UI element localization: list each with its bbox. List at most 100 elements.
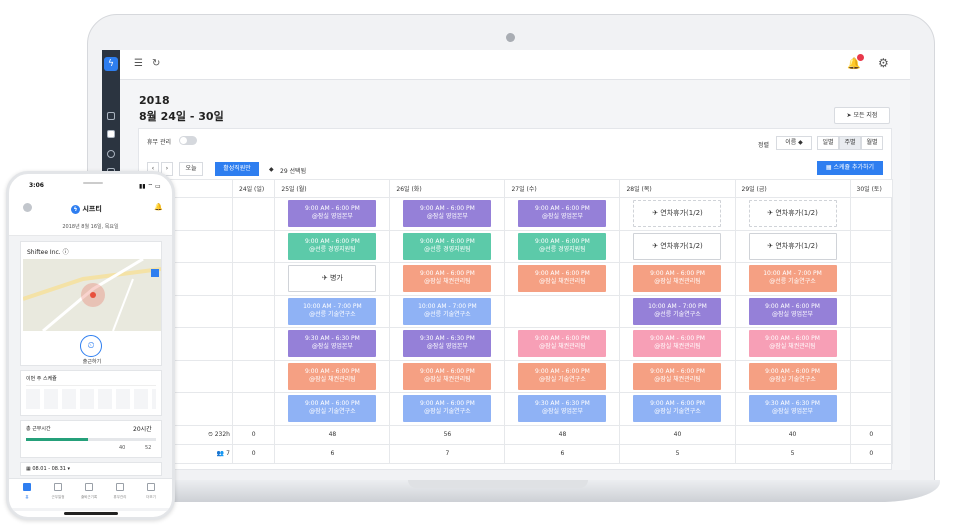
- shift-block[interactable]: 9:30 AM - 6:30 PM @잠실 영업본부: [403, 330, 492, 358]
- shift-block[interactable]: 9:00 AM - 6:00 PM @선릉 경영지원팀: [403, 232, 492, 260]
- schedule-cell[interactable]: [231, 392, 276, 426]
- schedule-cell[interactable]: [231, 262, 276, 296]
- schedule-cell[interactable]: 9:00 AM - 6:00 PM @선릉 경영지원팀: [389, 229, 506, 263]
- shift-block[interactable]: 9:00 AM - 6:00 PM @잠실 채권관리팀: [288, 362, 377, 390]
- schedule-cell[interactable]: [231, 197, 276, 231]
- view-week-button[interactable]: 주별: [839, 136, 861, 150]
- schedule-cell[interactable]: ✈ 연차휴가(1/2): [619, 229, 736, 263]
- tab-icon[interactable]: [85, 483, 93, 491]
- view-day-button[interactable]: 일별: [817, 136, 839, 150]
- schedule-cell[interactable]: 9:00 AM - 6:00 PM @잠실 기술연구소: [389, 392, 506, 426]
- schedule-cell[interactable]: 9:00 AM - 6:00 PM @잠실 기술연구소: [619, 392, 736, 426]
- schedule-cell[interactable]: 9:00 AM - 6:00 PM @잠실 영업본부: [734, 294, 851, 328]
- schedule-cell[interactable]: 9:00 AM - 6:00 PM @잠실 기술연구소: [274, 392, 391, 426]
- tab-icon[interactable]: [54, 483, 62, 491]
- schedule-cell[interactable]: 9:00 AM - 6:00 PM @선릉 경영지원팀: [274, 229, 391, 263]
- schedule-cell[interactable]: [231, 229, 276, 263]
- schedule-cell[interactable]: 10:00 AM - 7:00 PM @선릉 기술연구소: [274, 294, 391, 328]
- shift-block[interactable]: 9:00 AM - 6:00 PM @잠실 영업본부: [288, 200, 377, 228]
- shift-block[interactable]: 9:00 AM - 6:00 PM @잠실 채권관리팀: [403, 265, 492, 293]
- tab-icon[interactable]: [23, 483, 31, 491]
- leave-block[interactable]: ✈ 연차휴가(1/2): [633, 232, 722, 260]
- tab-label[interactable]: 더보기: [141, 495, 161, 500]
- phone-bell-icon[interactable]: 🔔: [154, 203, 163, 211]
- add-schedule-button[interactable]: ▦ 스케쥴 추가하기: [817, 161, 883, 175]
- shift-block[interactable]: 9:00 AM - 6:00 PM @잠실 채권관리팀: [403, 362, 492, 390]
- schedule-cell[interactable]: 9:30 AM - 6:30 PM @잠실 영업본부: [274, 327, 391, 361]
- schedule-cell[interactable]: [504, 294, 621, 328]
- schedule-cell[interactable]: 9:00 AM - 6:00 PM @잠실 영업본부: [274, 197, 391, 231]
- shift-block[interactable]: 10:00 AM - 7:00 PM @선릉 기술연구소: [403, 297, 492, 325]
- shift-block[interactable]: 9:00 AM - 6:00 PM @잠실 채권관리팀: [633, 330, 722, 358]
- leave-block[interactable]: ✈ 병가: [288, 265, 377, 293]
- view-month-button[interactable]: 월별: [861, 136, 883, 150]
- schedule-cell[interactable]: ✈ 연차휴가(1/2): [619, 197, 736, 231]
- leave-block[interactable]: ✈ 연차휴가(1/2): [748, 200, 837, 228]
- schedule-cell[interactable]: [231, 327, 276, 361]
- schedule-cell[interactable]: 9:00 AM - 6:00 PM @잠실 채권관리팀: [734, 327, 851, 361]
- schedule-cell[interactable]: 10:00 AM - 7:00 PM @선릉 기술연구소: [619, 294, 736, 328]
- shift-block[interactable]: 9:00 AM - 6:00 PM @잠실 영업본부: [403, 200, 492, 228]
- schedule-cell[interactable]: ✈ 연차휴가(1/2): [734, 229, 851, 263]
- shift-block[interactable]: 9:00 AM - 6:00 PM @잠실 채권관리팀: [633, 362, 722, 390]
- today-button[interactable]: 오늘: [179, 162, 203, 176]
- schedule-cell[interactable]: [849, 392, 894, 426]
- shift-block[interactable]: 9:00 AM - 6:00 PM @잠실 영업본부: [748, 297, 837, 325]
- clock-icon[interactable]: [107, 150, 115, 158]
- schedule-cell[interactable]: 9:00 AM - 6:00 PM @잠실 기술연구소: [734, 359, 851, 393]
- shift-block[interactable]: 9:00 AM - 6:00 PM @잠실 기술연구소: [633, 395, 722, 423]
- shift-block[interactable]: 9:30 AM - 6:30 PM @잠실 영업본부: [288, 330, 377, 358]
- tab-label[interactable]: 홈: [17, 495, 37, 500]
- schedule-cell[interactable]: [849, 294, 894, 328]
- schedule-cell[interactable]: [849, 262, 894, 296]
- schedule-cell[interactable]: 9:00 AM - 6:00 PM @잠실 기술연구소: [504, 359, 621, 393]
- active-only-button[interactable]: 활성직원만: [215, 162, 259, 176]
- schedule-cell[interactable]: 9:00 AM - 6:00 PM @잠실 채권관리팀: [619, 327, 736, 361]
- schedule-cell[interactable]: 9:00 AM - 6:00 PM @잠실 영업본부: [389, 197, 506, 231]
- shift-block[interactable]: 10:00 AM - 7:00 PM @선릉 기술연구소: [633, 297, 722, 325]
- schedule-cell[interactable]: [849, 359, 894, 393]
- location-map[interactable]: [23, 259, 161, 331]
- hamburger-icon[interactable]: ☰: [134, 58, 143, 69]
- schedule-cell[interactable]: 10:00 AM - 7:00 PM @선릉 기술연구소: [389, 294, 506, 328]
- tab-icon[interactable]: [116, 483, 124, 491]
- gear-icon[interactable]: ⚙: [878, 56, 889, 70]
- schedule-cell[interactable]: [231, 294, 276, 328]
- shift-block[interactable]: 9:00 AM - 6:00 PM @잠실 기술연구소: [288, 395, 377, 423]
- schedule-cell[interactable]: 9:00 AM - 6:00 PM @잠실 채권관리팀: [504, 262, 621, 296]
- refresh-icon[interactable]: ↻: [152, 58, 160, 69]
- schedule-cell[interactable]: 9:00 AM - 6:00 PM @잠실 채권관리팀: [504, 327, 621, 361]
- clock-in-button-icon[interactable]: ⏲: [80, 335, 102, 357]
- tab-label[interactable]: 근무일정: [48, 495, 68, 500]
- schedule-cell[interactable]: 9:00 AM - 6:00 PM @잠실 채권관리팀: [389, 359, 506, 393]
- shift-block[interactable]: 9:00 AM - 6:00 PM @잠실 채권관리팀: [518, 330, 607, 358]
- shift-block[interactable]: 9:00 AM - 6:00 PM @잠실 채권관리팀: [633, 265, 722, 293]
- shiftee-logo-icon[interactable]: ϟ: [104, 57, 118, 71]
- schedule-cell[interactable]: 9:00 AM - 6:00 PM @잠실 채권관리팀: [619, 262, 736, 296]
- shift-block[interactable]: 10:00 AM - 7:00 PM @선릉 기술연구소: [748, 265, 837, 293]
- sort-select[interactable]: 이름 ◆: [776, 136, 812, 150]
- schedule-cell[interactable]: [849, 197, 894, 231]
- tab-label[interactable]: 출퇴근기록: [79, 495, 99, 500]
- shift-block[interactable]: 9:00 AM - 6:00 PM @잠실 채권관리팀: [518, 265, 607, 293]
- shift-block[interactable]: 9:00 AM - 6:00 PM @잠실 기술연구소: [748, 362, 837, 390]
- profile-icon[interactable]: [23, 203, 32, 212]
- shift-block[interactable]: 9:00 AM - 6:00 PM @선릉 경영지원팀: [518, 232, 607, 260]
- schedule-cell[interactable]: ✈ 병가: [274, 262, 391, 296]
- schedule-cell[interactable]: 9:00 AM - 6:00 PM @잠실 영업본부: [504, 197, 621, 231]
- leave-block[interactable]: ✈ 연차휴가(1/2): [748, 232, 837, 260]
- shift-block[interactable]: 9:00 AM - 6:00 PM @잠실 기술연구소: [403, 395, 492, 423]
- schedule-cell[interactable]: 9:30 AM - 6:30 PM @잠실 영업본부: [734, 392, 851, 426]
- schedule-cell[interactable]: [849, 229, 894, 263]
- shift-block[interactable]: 9:30 AM - 6:30 PM @잠실 영업본부: [518, 395, 607, 423]
- schedule-cell[interactable]: 9:00 AM - 6:00 PM @잠실 채권관리팀: [619, 359, 736, 393]
- shift-block[interactable]: 9:00 AM - 6:00 PM @잠실 기술연구소: [518, 362, 607, 390]
- schedule-cell[interactable]: 9:30 AM - 6:30 PM @잠실 영업본부: [389, 327, 506, 361]
- shift-block[interactable]: 9:00 AM - 6:00 PM @선릉 경영지원팀: [288, 232, 377, 260]
- shift-block[interactable]: 10:00 AM - 7:00 PM @선릉 기술연구소: [288, 297, 377, 325]
- leave-block[interactable]: ✈ 연차휴가(1/2): [633, 200, 722, 228]
- shift-block[interactable]: 9:30 AM - 6:30 PM @잠실 영업본부: [748, 395, 837, 423]
- schedule-cell[interactable]: [849, 327, 894, 361]
- schedule-cell[interactable]: 9:00 AM - 6:00 PM @잠실 채권관리팀: [274, 359, 391, 393]
- schedule-cell[interactable]: ✈ 연차휴가(1/2): [734, 197, 851, 231]
